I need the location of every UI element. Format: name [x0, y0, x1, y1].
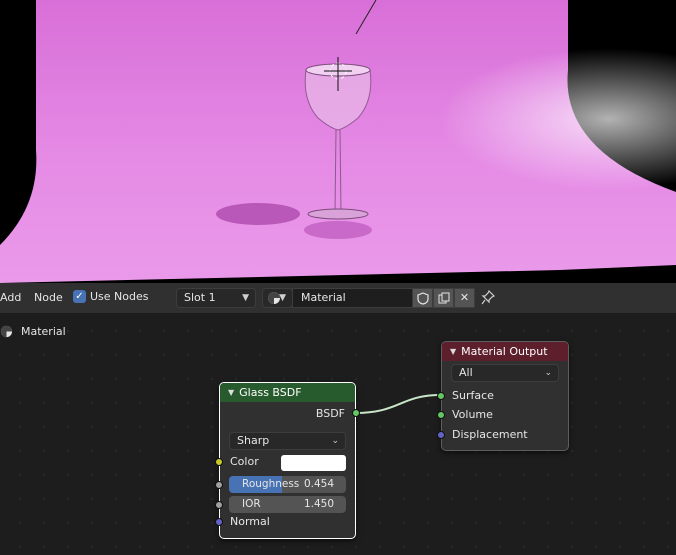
distribution-value: Sharp [237, 434, 270, 447]
volume-label: Volume [452, 408, 493, 421]
material-name-field[interactable]: Material [292, 288, 413, 308]
volume-row: Volume [442, 405, 568, 425]
3d-viewport[interactable] [0, 0, 676, 283]
breadcrumb-label: Material [21, 325, 66, 338]
node-title: Material Output [461, 345, 548, 358]
displacement-label: Displacement [452, 428, 528, 441]
glass-bsdf-header[interactable]: ▼ Glass BSDF [220, 383, 355, 402]
glass-bsdf-node[interactable]: ▼ Glass BSDF BSDF Sharp ⌄ Color Roughnes… [215, 382, 360, 539]
node-editor-canvas[interactable]: Material ▼ Glass BSDF BSDF Sharp ⌄ Color… [0, 313, 676, 555]
chevron-down-icon: ⌄ [331, 436, 339, 446]
ior-input-socket[interactable] [215, 501, 223, 509]
volume-input-socket[interactable] [437, 411, 445, 419]
bsdf-output-row: BSDF [220, 404, 355, 424]
normal-label: Normal [230, 515, 270, 528]
collapse-caret-icon[interactable]: ▼ [450, 342, 456, 361]
slot-dropdown[interactable]: Slot 1 ▼ [176, 288, 256, 308]
pin-icon [481, 289, 496, 305]
node-editor-header: Add Node ✓ Use Nodes Slot 1 ▼ ▼ Material… [0, 283, 676, 313]
color-swatch[interactable] [281, 455, 346, 471]
material-output-header[interactable]: ▼ Material Output [442, 342, 568, 361]
distribution-dropdown[interactable]: Sharp ⌄ [229, 432, 346, 450]
surface-input-socket[interactable] [437, 392, 445, 400]
pin-button[interactable] [481, 289, 496, 308]
ior-value: 1.450 [303, 498, 334, 510]
checkbox-checked-icon[interactable]: ✓ [73, 290, 86, 303]
bsdf-output-label: BSDF [315, 407, 345, 420]
displacement-row: Displacement [442, 425, 568, 445]
glass-shadow [216, 203, 300, 225]
color-input-socket[interactable] [215, 458, 223, 466]
menu-node[interactable]: Node [34, 291, 63, 304]
use-nodes-toggle[interactable]: ✓ Use Nodes [73, 290, 149, 303]
duplicate-icon [438, 292, 449, 304]
duplicate-material-button[interactable] [433, 288, 454, 308]
chevron-down-icon: ▼ [279, 293, 286, 303]
node-title: Glass BSDF [239, 386, 302, 399]
shield-icon [416, 292, 429, 305]
surface-row: Surface [442, 386, 568, 406]
material-sphere-icon [0, 325, 13, 338]
roughness-input-socket[interactable] [215, 481, 223, 489]
normal-row: Normal [220, 512, 355, 532]
roughness-slider[interactable]: Roughness 0.454 [229, 476, 346, 493]
menu-add[interactable]: Add [0, 291, 21, 304]
chevron-down-icon: ⌄ [544, 368, 552, 378]
ior-field[interactable]: IOR 1.450 [229, 496, 346, 513]
unlink-material-button[interactable]: ✕ [454, 288, 475, 308]
roughness-value: 0.454 [303, 478, 334, 490]
use-nodes-label: Use Nodes [90, 290, 149, 303]
close-icon: ✕ [459, 291, 470, 304]
breadcrumb: Material [0, 325, 66, 338]
bsdf-output-socket[interactable] [352, 409, 360, 417]
collapse-caret-icon[interactable]: ▼ [228, 383, 234, 402]
chevron-down-icon: ▼ [242, 293, 249, 303]
roughness-label: Roughness [242, 478, 300, 490]
surface-label: Surface [452, 389, 494, 402]
target-dropdown[interactable]: All ⌄ [451, 364, 559, 382]
material-browse-button[interactable]: ▼ [262, 288, 293, 308]
material-output-node[interactable]: ▼ Material Output All ⌄ Surface Volume D… [437, 341, 569, 451]
normal-input-socket[interactable] [215, 518, 223, 526]
render-scene [0, 0, 676, 283]
target-value: All [459, 366, 473, 379]
link-bsdf-surface [354, 394, 442, 414]
slot-value: Slot 1 [184, 291, 216, 304]
displacement-input-socket[interactable] [437, 431, 445, 439]
color-label: Color [230, 455, 259, 468]
fake-user-button[interactable] [412, 288, 433, 308]
ior-label: IOR [242, 498, 261, 510]
